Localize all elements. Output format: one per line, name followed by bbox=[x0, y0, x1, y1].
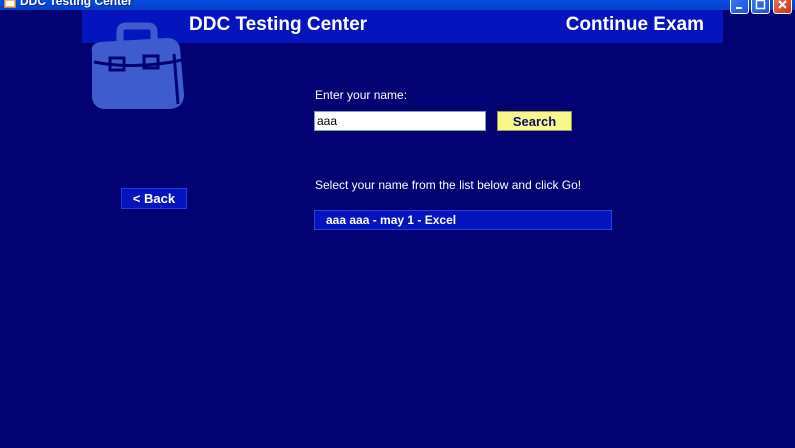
minimize-button[interactable] bbox=[730, 0, 749, 14]
maximize-icon bbox=[755, 0, 766, 10]
name-label: Enter your name: bbox=[315, 88, 408, 102]
name-input[interactable] bbox=[314, 111, 486, 131]
window-title: DDC Testing Center bbox=[20, 0, 133, 8]
window-titlebar[interactable]: DDC Testing Center bbox=[0, 0, 795, 14]
section-title: Continue Exam bbox=[565, 14, 704, 35]
search-button[interactable]: Search bbox=[497, 111, 572, 131]
list-item[interactable]: aaa aaa - may 1 - Excel bbox=[326, 213, 456, 228]
maximize-button[interactable] bbox=[751, 0, 770, 14]
page-title: DDC Testing Center bbox=[189, 14, 368, 35]
minimize-icon bbox=[736, 7, 742, 9]
app-icon bbox=[4, 0, 16, 8]
back-button[interactable]: < Back bbox=[121, 188, 187, 209]
briefcase-icon bbox=[91, 22, 184, 109]
close-button[interactable] bbox=[773, 0, 792, 14]
close-icon bbox=[778, 0, 787, 9]
app-window: DDC Testing Center DDC Testing Center Co… bbox=[0, 0, 795, 448]
select-instruction: Select your name from the list below and… bbox=[315, 178, 582, 192]
name-list[interactable]: aaa aaa - may 1 - Excel bbox=[314, 210, 612, 230]
